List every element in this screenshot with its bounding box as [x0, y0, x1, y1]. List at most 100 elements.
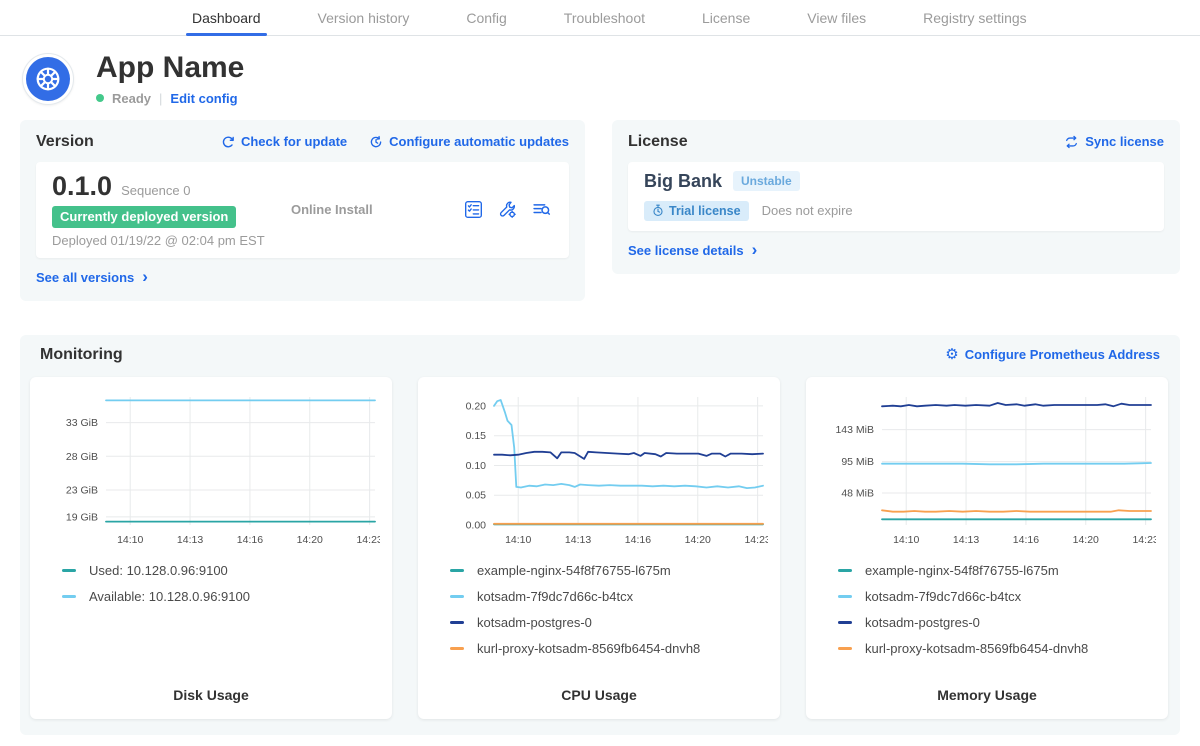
expiry-text: Does not expire [762, 203, 853, 218]
stopwatch-icon [652, 204, 664, 217]
tab-troubleshoot[interactable]: Troubleshoot [564, 0, 645, 35]
chevron-right-icon: › [752, 245, 758, 255]
legend-item: kurl-proxy-kotsadm-8569fb6454-dnvh8 [450, 641, 768, 656]
svg-text:14:13: 14:13 [565, 534, 591, 546]
edit-config-link[interactable]: Edit config [170, 91, 237, 106]
schedule-update-icon [369, 135, 383, 149]
svg-text:33 GiB: 33 GiB [66, 417, 98, 429]
svg-text:28 GiB: 28 GiB [66, 450, 98, 462]
legend-item: Available: 10.128.0.96:9100 [62, 589, 380, 604]
tab-view-files[interactable]: View files [807, 0, 866, 35]
svg-text:23 GiB: 23 GiB [66, 484, 98, 496]
cpu-usage-chart-card: 14:1014:1314:1614:2014:230.000.050.100.1… [418, 377, 780, 719]
divider: | [159, 91, 162, 106]
svg-text:14:16: 14:16 [1013, 534, 1039, 546]
tab-config[interactable]: Config [466, 0, 506, 35]
refresh-icon [221, 135, 235, 149]
license-card-title: License [628, 133, 688, 151]
deployed-timestamp: Deployed 01/19/22 @ 02:04 pm EST [52, 233, 287, 248]
svg-text:14:10: 14:10 [117, 534, 143, 546]
channel-badge: Unstable [733, 171, 800, 191]
see-license-details-link[interactable]: See license details › [628, 243, 757, 258]
tab-dashboard[interactable]: Dashboard [192, 0, 261, 35]
cpu-usage-chart: 14:1014:1314:1614:2014:230.000.050.100.1… [430, 389, 768, 551]
svg-text:14:23: 14:23 [1132, 534, 1156, 546]
legend-label: Available: 10.128.0.96:9100 [89, 589, 250, 604]
svg-text:14:23: 14:23 [356, 534, 380, 546]
legend-item: kotsadm-7f9dc7d66c-b4tcx [450, 589, 768, 604]
license-summary-row: Big Bank Unstable Trial license Does not… [628, 162, 1164, 231]
disk-usage-legend: Used: 10.128.0.96:9100 Available: 10.128.… [42, 563, 380, 604]
svg-text:0.20: 0.20 [466, 400, 487, 412]
monitoring-title: Monitoring [40, 346, 123, 364]
legend-swatch [838, 621, 852, 624]
legend-item: Used: 10.128.0.96:9100 [62, 563, 380, 578]
app-logo [22, 53, 74, 105]
legend-swatch [838, 569, 852, 572]
sync-icon [1064, 135, 1079, 149]
svg-text:19 GiB: 19 GiB [66, 511, 98, 523]
legend-swatch [838, 647, 852, 650]
license-card: License Sync license Big Bank Unstable [612, 120, 1180, 274]
tab-license[interactable]: License [702, 0, 750, 35]
legend-item: example-nginx-54f8f76755-l675m [450, 563, 768, 578]
page-title: App Name [96, 52, 244, 84]
svg-text:0.10: 0.10 [466, 459, 487, 471]
legend-label: kurl-proxy-kotsadm-8569fb6454-dnvh8 [477, 641, 700, 656]
svg-text:14:20: 14:20 [1073, 534, 1099, 546]
trial-license-badge: Trial license [644, 201, 749, 221]
see-all-versions-link[interactable]: See all versions › [36, 270, 148, 285]
memory-usage-chart-card: 14:1014:1314:1614:2014:2348 MiB95 MiB143… [806, 377, 1168, 719]
sequence-label: Sequence 0 [121, 183, 190, 198]
svg-text:0.15: 0.15 [466, 430, 487, 442]
version-number: 0.1.0 [52, 171, 112, 202]
deploy-logs-icon[interactable] [532, 200, 551, 219]
legend-label: kotsadm-7f9dc7d66c-b4tcx [477, 589, 633, 604]
preflight-checks-icon[interactable] [464, 200, 483, 219]
legend-label: kurl-proxy-kotsadm-8569fb6454-dnvh8 [865, 641, 1088, 656]
legend-swatch [450, 647, 464, 650]
legend-label: Used: 10.128.0.96:9100 [89, 563, 228, 578]
tab-registry-settings[interactable]: Registry settings [923, 0, 1026, 35]
monitoring-section: Monitoring ⚙ Configure Prometheus Addres… [20, 335, 1180, 735]
chart-title: CPU Usage [430, 687, 768, 707]
customer-name: Big Bank [644, 171, 722, 192]
svg-text:14:20: 14:20 [297, 534, 323, 546]
legend-item: kotsadm-postgres-0 [838, 615, 1156, 630]
kubernetes-icon [26, 57, 70, 101]
legend-item: kurl-proxy-kotsadm-8569fb6454-dnvh8 [838, 641, 1156, 656]
legend-label: kotsadm-postgres-0 [477, 615, 592, 630]
chevron-right-icon: › [142, 272, 148, 282]
svg-text:14:16: 14:16 [237, 534, 263, 546]
svg-text:14:13: 14:13 [177, 534, 203, 546]
svg-text:14:20: 14:20 [685, 534, 711, 546]
chart-title: Memory Usage [818, 687, 1156, 707]
configure-automatic-updates-button[interactable]: Configure automatic updates [369, 134, 569, 149]
app-header: App Name Ready | Edit config [0, 36, 1200, 106]
top-nav: Dashboard Version history Config Troublesho… [0, 0, 1200, 36]
disk-usage-chart-card: 14:10 14:13 14:16 14:20 14:23 19 GiB 23 GiB 28 … [30, 377, 392, 719]
svg-text:14:16: 14:16 [625, 534, 651, 546]
status-text: Ready [112, 91, 151, 106]
legend-label: kotsadm-postgres-0 [865, 615, 980, 630]
legend-item: kotsadm-7f9dc7d66c-b4tcx [838, 589, 1156, 604]
version-card-title: Version [36, 133, 94, 151]
version-card: Version Check for update Configure au [20, 120, 585, 301]
legend-label: example-nginx-54f8f76755-l675m [865, 563, 1059, 578]
config-wrench-icon[interactable] [498, 200, 517, 219]
chart-title: Disk Usage [42, 687, 380, 707]
cpu-usage-legend: example-nginx-54f8f76755-l675m kotsadm-7f… [430, 563, 768, 656]
svg-text:14:13: 14:13 [953, 534, 979, 546]
deployed-badge: Currently deployed version [52, 206, 236, 228]
legend-swatch [62, 595, 76, 598]
disk-usage-chart: 14:10 14:13 14:16 14:20 14:23 19 GiB 23 GiB 28 … [42, 389, 380, 551]
legend-swatch [62, 569, 76, 572]
legend-item: example-nginx-54f8f76755-l675m [838, 563, 1156, 578]
legend-swatch [450, 621, 464, 624]
legend-label: kotsadm-7f9dc7d66c-b4tcx [865, 589, 1021, 604]
check-for-update-button[interactable]: Check for update [221, 134, 347, 149]
svg-text:14:23: 14:23 [744, 534, 768, 546]
configure-prometheus-button[interactable]: ⚙ Configure Prometheus Address [945, 347, 1160, 362]
tab-version-history[interactable]: Version history [318, 0, 410, 35]
sync-license-button[interactable]: Sync license [1064, 134, 1164, 149]
